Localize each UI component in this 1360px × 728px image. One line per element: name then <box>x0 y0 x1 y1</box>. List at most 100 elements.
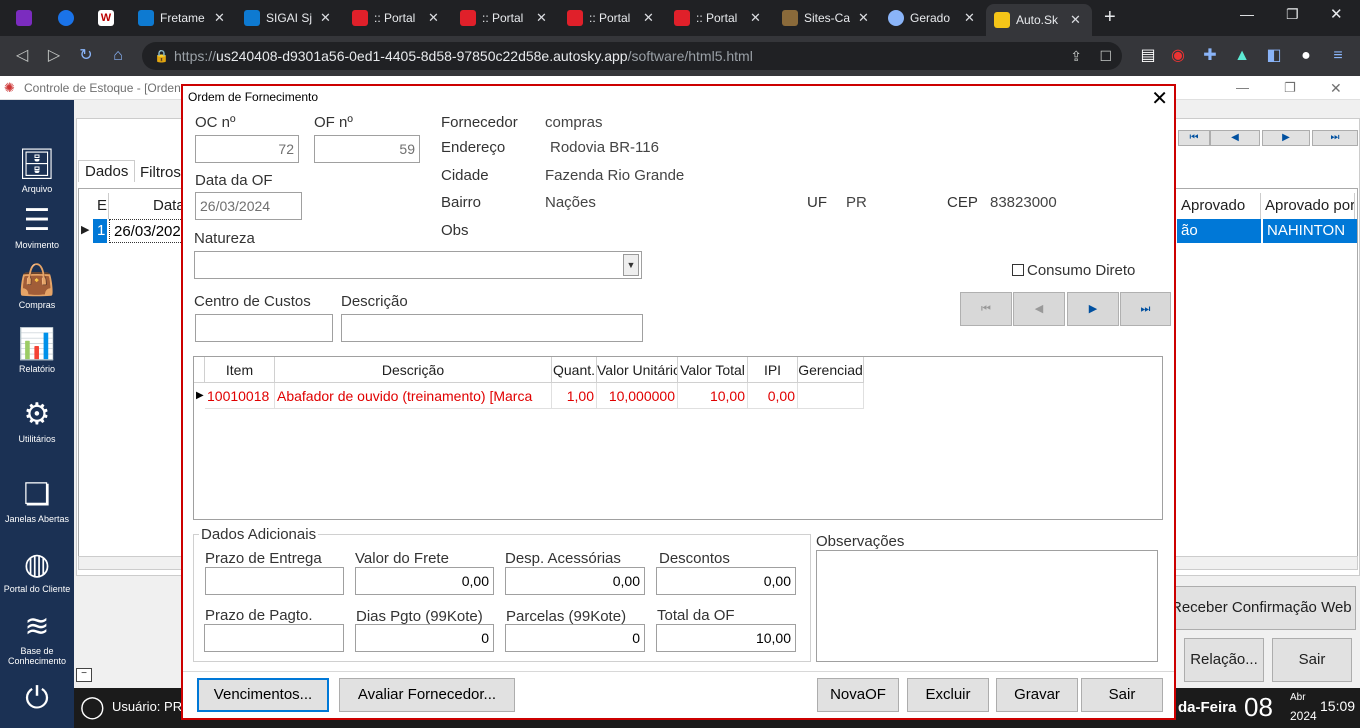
close-icon[interactable]: ✕ <box>1070 12 1081 28</box>
grid-cell-quant[interactable]: 1,00 <box>552 383 597 409</box>
sidebar-item-compras[interactable]: 👜 Compras <box>0 264 74 310</box>
browser-tab[interactable]: Sites-Ca ✕ <box>774 4 869 32</box>
close-icon[interactable]: ✕ <box>750 10 761 26</box>
browser-tab[interactable]: :: Portal ✕ <box>452 4 547 32</box>
gravar-button[interactable]: Gravar <box>996 678 1078 712</box>
grid-header-item[interactable]: Item <box>205 357 275 383</box>
close-icon[interactable]: ✕ <box>858 10 869 26</box>
excluir-button[interactable]: Excluir <box>907 678 989 712</box>
grid-cell-gerenciado[interactable] <box>798 383 864 409</box>
grid-header-quant[interactable]: Quant. <box>552 357 597 383</box>
centro-custos-field[interactable] <box>195 314 333 342</box>
parcelas-field[interactable]: 0 <box>505 624 645 652</box>
sidebar-item-janelas[interactable]: ❏ Janelas Abertas <box>0 478 74 524</box>
relacao-button[interactable]: Relação... <box>1184 638 1264 682</box>
grid-cell-descricao[interactable]: Abafador de ouvido (treinamento) [Marca <box>275 383 552 409</box>
prev-item-button[interactable]: ◀ <box>1013 292 1065 326</box>
nova-of-button[interactable]: NovaOF <box>817 678 899 712</box>
sidebar-item-base[interactable]: ≋ Base de Conhecimento <box>0 610 74 666</box>
reload-icon[interactable]: ↻ <box>74 44 98 68</box>
browser-tab[interactable]: :: Portal ✕ <box>344 4 439 32</box>
sidepanel-icon[interactable]: ◧ <box>1262 44 1286 68</box>
grid-cell[interactable]: 1 <box>93 219 107 243</box>
close-icon[interactable]: ✕ <box>214 10 225 26</box>
dias-pgto-field[interactable]: 0 <box>355 624 494 652</box>
new-tab-icon[interactable]: + <box>1104 6 1116 29</box>
first-item-button[interactable]: ⏮ <box>960 292 1012 326</box>
observacoes-textarea[interactable] <box>816 550 1158 662</box>
flask-icon[interactable]: ▲ <box>1230 44 1254 68</box>
url-field[interactable]: 🔒 https://us240408-d9301a56-0ed1-4405-8d… <box>142 42 1122 70</box>
close-icon[interactable]: ✕ <box>643 10 654 26</box>
minimize-icon[interactable]: — <box>1240 6 1254 22</box>
browser-tab[interactable] <box>8 4 38 32</box>
restore-icon[interactable]: ❐ <box>1286 6 1299 23</box>
consumo-direto-checkbox[interactable] <box>1012 264 1024 276</box>
descontos-field[interactable]: 0,00 <box>656 567 796 595</box>
grid-cell-valor-total[interactable]: 10,00 <box>678 383 748 409</box>
next-item-button[interactable]: ▶ <box>1067 292 1119 326</box>
data-of-field[interactable]: 26/03/2024 <box>195 192 302 220</box>
close-icon[interactable]: ✕ <box>428 10 439 26</box>
browser-tab-active[interactable]: Auto.Sk ✕ <box>986 4 1092 36</box>
tab-dados[interactable]: Dados <box>78 160 136 182</box>
last-record-button[interactable]: ⏭ <box>1312 130 1358 146</box>
grid-header-valor-unitario[interactable]: Valor Unitário <box>597 357 678 383</box>
close-icon[interactable]: ✕ <box>536 10 547 26</box>
valor-frete-field[interactable]: 0,00 <box>355 567 494 595</box>
sair-button[interactable]: Sair <box>1081 678 1163 712</box>
grid-cell[interactable]: 26/03/2024 <box>109 219 189 243</box>
grid-header-descricao[interactable]: Descrição <box>275 357 552 383</box>
share-icon[interactable]: ⇪ <box>1070 42 1082 70</box>
close-icon[interactable]: ✕ <box>964 10 975 26</box>
close-icon[interactable]: ✕ <box>320 10 331 26</box>
sidebar-item-utilitarios[interactable]: ⚙ Utilitários <box>0 398 74 444</box>
browser-tab[interactable]: SIGAI Sj ✕ <box>236 4 331 32</box>
grid-header-valor-total[interactable]: Valor Total <box>678 357 748 383</box>
vencimentos-button[interactable]: Vencimentos... <box>197 678 329 712</box>
browser-tab[interactable]: W <box>90 4 120 32</box>
first-record-button[interactable]: ⏮ <box>1178 130 1210 146</box>
sidebar-item-relatorio[interactable]: 📊 Relatório <box>0 328 74 374</box>
browser-tab[interactable]: :: Portal ✕ <box>559 4 654 32</box>
grid-cell-ipi[interactable]: 0,00 <box>748 383 798 409</box>
prev-record-button[interactable]: ◀ <box>1210 130 1260 146</box>
sidebar-item-arquivo[interactable]: 🗄 Arquivo <box>0 148 74 194</box>
receber-confirmacao-button[interactable]: Receber Confirmação Web <box>1170 586 1356 630</box>
app-minimize-icon[interactable]: — <box>1236 76 1249 100</box>
home-icon[interactable]: ⌂ <box>106 44 130 68</box>
next-record-button[interactable]: ▶ <box>1262 130 1310 146</box>
menu-icon[interactable]: ≡ <box>1326 44 1350 68</box>
prazo-entrega-field[interactable] <box>205 567 344 595</box>
oc-number-field[interactable]: 72 <box>195 135 299 163</box>
grid-cell-item[interactable]: 10010018 <box>205 383 275 409</box>
grid-header-gerenciado[interactable]: Gerenciad <box>798 357 864 383</box>
last-item-button[interactable]: ⏭ <box>1120 292 1171 326</box>
grid-cell[interactable]: NAHINTON <box>1263 219 1357 243</box>
browser-tab[interactable]: Gerado ✕ <box>880 4 975 32</box>
total-of-field[interactable]: 10,00 <box>656 624 796 652</box>
grid-header-ipi[interactable]: IPI <box>748 357 798 383</box>
browser-tab[interactable] <box>50 4 80 32</box>
of-number-field[interactable]: 59 <box>314 135 420 163</box>
sidebar-item-portal[interactable]: ◍ Portal do Cliente <box>0 548 74 594</box>
close-icon[interactable]: ✕ <box>1151 86 1168 111</box>
chevron-down-icon[interactable]: ▼ <box>623 254 639 276</box>
extension-grid-icon[interactable]: ▤ <box>1136 44 1160 68</box>
desp-acessorias-field[interactable]: 0,00 <box>505 567 645 595</box>
tab-filtros[interactable]: Filtros <box>136 162 185 183</box>
prazo-pagto-field[interactable] <box>204 624 344 652</box>
grid-cell[interactable]: ão <box>1177 219 1261 243</box>
avaliar-fornecedor-button[interactable]: Avaliar Fornecedor... <box>339 678 515 712</box>
ublock-icon[interactable]: ◉ <box>1166 44 1190 68</box>
back-icon[interactable]: ◁ <box>10 44 34 68</box>
browser-tab[interactable]: :: Portal ✕ <box>666 4 761 32</box>
app-close-icon[interactable]: ✕ <box>1330 76 1342 100</box>
power-button[interactable]: ⏻ <box>0 682 74 718</box>
grid-cell-valor-unitario[interactable]: 10,000000 <box>597 383 678 409</box>
app-restore-icon[interactable]: ❐ <box>1284 76 1296 100</box>
browser-tab[interactable]: Fretame ✕ <box>130 4 225 32</box>
close-window-icon[interactable]: ✕ <box>1330 5 1343 23</box>
bg-sair-button[interactable]: Sair <box>1272 638 1352 682</box>
collapse-icon[interactable]: − <box>76 668 92 682</box>
